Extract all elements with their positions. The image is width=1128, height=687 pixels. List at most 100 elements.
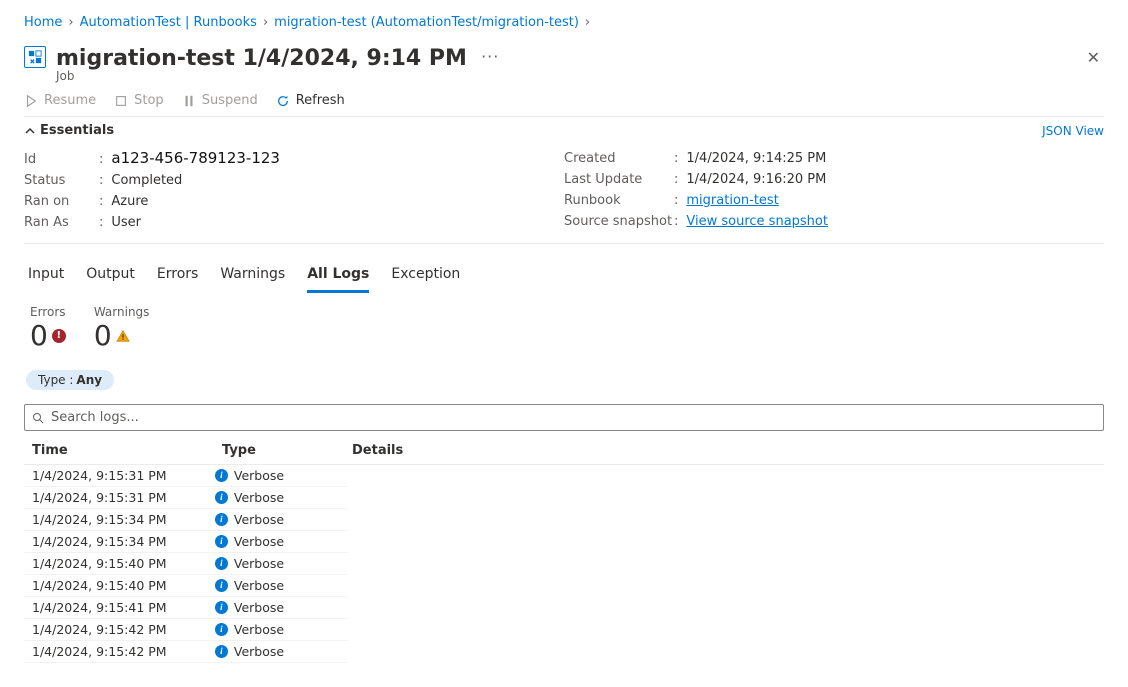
type-filter-pill[interactable]: Type : Any [26, 370, 114, 390]
type-label: Verbose [234, 644, 284, 659]
col-type[interactable]: Type [222, 443, 352, 458]
essentials-key: Runbook [564, 190, 674, 211]
essentials-row: Runbook:migration-test [564, 190, 1104, 211]
tab-warnings[interactable]: Warnings [220, 262, 285, 293]
tab-input[interactable]: Input [28, 262, 64, 293]
suspend-button[interactable]: Suspend [182, 93, 258, 108]
toolbar: Resume Stop Suspend Refresh [24, 83, 1104, 117]
page-title: migration-test 1/4/2024, 9:14 PM [56, 46, 467, 71]
more-actions-button[interactable]: ··· [481, 47, 499, 66]
breadcrumb-item[interactable]: AutomationTest | Runbooks [80, 15, 257, 30]
essentials-label: Essentials [40, 123, 114, 138]
essentials-value[interactable]: migration-test [686, 190, 778, 211]
table-row[interactable]: 1/4/2024, 9:15:40 PMiVerbose [24, 575, 348, 597]
type-label: Verbose [234, 622, 284, 637]
breadcrumb-item[interactable]: migration-test (AutomationTest/migration… [274, 15, 579, 30]
resume-button[interactable]: Resume [24, 93, 96, 108]
stop-button[interactable]: Stop [114, 93, 164, 108]
colon: : [674, 169, 678, 190]
essentials-value: Completed [111, 170, 182, 191]
info-icon: i [215, 535, 228, 548]
cell-time: 1/4/2024, 9:15:41 PM [32, 600, 215, 615]
refresh-label: Refresh [296, 93, 345, 108]
cell-time: 1/4/2024, 9:15:40 PM [32, 578, 215, 593]
essentials-key: Source snapshot [564, 211, 674, 232]
table-row[interactable]: 1/4/2024, 9:15:42 PMi Verbose [24, 641, 348, 663]
essentials-value: 1/4/2024, 9:14:25 PM [686, 148, 826, 169]
table-row[interactable]: 1/4/2024, 9:15:41 PMiVerbose [24, 597, 348, 619]
play-icon [24, 94, 38, 108]
chevron-right-icon: › [585, 15, 590, 30]
tab-errors[interactable]: Errors [157, 262, 198, 293]
table-row[interactable]: 1/4/2024, 9:15:31 PMiVerbose [24, 487, 348, 509]
type-filter-value: Any [76, 373, 102, 387]
tab-all-logs[interactable]: All Logs [307, 262, 369, 293]
chevron-right-icon: › [68, 15, 73, 30]
cell-type: i Verbose [215, 644, 340, 659]
col-details[interactable]: Details [352, 443, 1096, 458]
resume-label: Resume [44, 93, 96, 108]
table-row[interactable]: 1/4/2024, 9:15:34 PMiVerbose [24, 531, 348, 553]
warning-icon [116, 329, 130, 343]
colon: : [674, 211, 678, 232]
table-row[interactable]: 1/4/2024, 9:15:42 PMiVerbose [24, 619, 348, 641]
essentials-key: Created [564, 148, 674, 169]
essentials-row: Status:Completed [24, 170, 564, 191]
tab-output[interactable]: Output [86, 262, 135, 293]
essentials-row: Source snapshot: View source snapshot [564, 211, 1104, 232]
table-row[interactable]: 1/4/2024, 9:15:31 PMi Verbose [24, 465, 348, 487]
cell-type: iVerbose [215, 622, 340, 637]
essentials-value[interactable]: View source snapshot [686, 211, 828, 232]
search-input[interactable] [24, 404, 1104, 431]
cell-time: 1/4/2024, 9:15:42 PM [32, 644, 215, 659]
log-counters: Errors 0 ! Warnings 0 [24, 293, 1104, 356]
essentials-toggle[interactable]: Essentials JSON View [24, 117, 1104, 144]
cell-time: 1/4/2024, 9:15:31 PM [32, 468, 215, 483]
essentials-row: Id:a123-456-789123-123 [24, 148, 564, 170]
essentials-value: Azure [111, 191, 148, 212]
colon: : [674, 148, 678, 169]
tabs: Input Output Errors Warnings All Logs Excepti… [24, 244, 1104, 293]
json-view-link[interactable]: JSON View [1042, 124, 1104, 138]
colon: : [99, 170, 103, 191]
error-icon: ! [52, 329, 66, 343]
essentials-row: Created:1/4/2024, 9:14:25 PM [564, 148, 1104, 169]
info-icon: i [215, 557, 228, 570]
close-button[interactable]: ✕ [1083, 46, 1104, 70]
cell-time: 1/4/2024, 9:15:40 PM [32, 556, 215, 571]
suspend-label: Suspend [202, 93, 258, 108]
tab-exception[interactable]: Exception [391, 262, 460, 293]
runbook-job-icon [24, 46, 46, 68]
chevron-up-icon [24, 125, 36, 137]
type-filter-key: Type : [38, 373, 73, 387]
breadcrumb-item[interactable]: Home [24, 15, 62, 30]
table-row[interactable]: 1/4/2024, 9:15:34 PMiVerbose [24, 509, 348, 531]
essentials-value: 1/4/2024, 9:16:20 PM [686, 169, 826, 190]
type-label: Verbose [234, 578, 284, 593]
info-icon: i [215, 491, 228, 504]
type-label: Verbose [234, 512, 284, 527]
cell-time: 1/4/2024, 9:15:34 PM [32, 534, 215, 549]
table-row[interactable]: 1/4/2024, 9:15:40 PMiVerbose [24, 553, 348, 575]
essentials-key: Ran As [24, 212, 99, 233]
breadcrumb: Home › AutomationTest | Runbooks › migration… [24, 8, 1104, 36]
essentials-key: Id [24, 149, 99, 170]
col-time[interactable]: Time [32, 443, 222, 458]
type-label: Verbose [234, 468, 284, 483]
errors-counter-value: 0 [30, 319, 48, 352]
info-icon: i [215, 513, 228, 526]
cell-type: iVerbose [215, 600, 340, 615]
warnings-counter-label: Warnings [94, 305, 150, 319]
type-label: Verbose [234, 490, 284, 505]
info-icon: i [215, 601, 228, 614]
essentials-panel: Id:a123-456-789123-123Status:CompletedRa… [24, 144, 1104, 244]
refresh-button[interactable]: Refresh [276, 93, 345, 108]
cell-type: i Verbose [215, 468, 340, 483]
colon: : [99, 149, 103, 170]
pause-icon [182, 94, 196, 108]
info-icon: i [215, 469, 228, 482]
info-icon: i [215, 645, 228, 658]
colon: : [99, 191, 103, 212]
warnings-counter-value: 0 [94, 319, 112, 352]
essentials-value: User [111, 212, 141, 233]
